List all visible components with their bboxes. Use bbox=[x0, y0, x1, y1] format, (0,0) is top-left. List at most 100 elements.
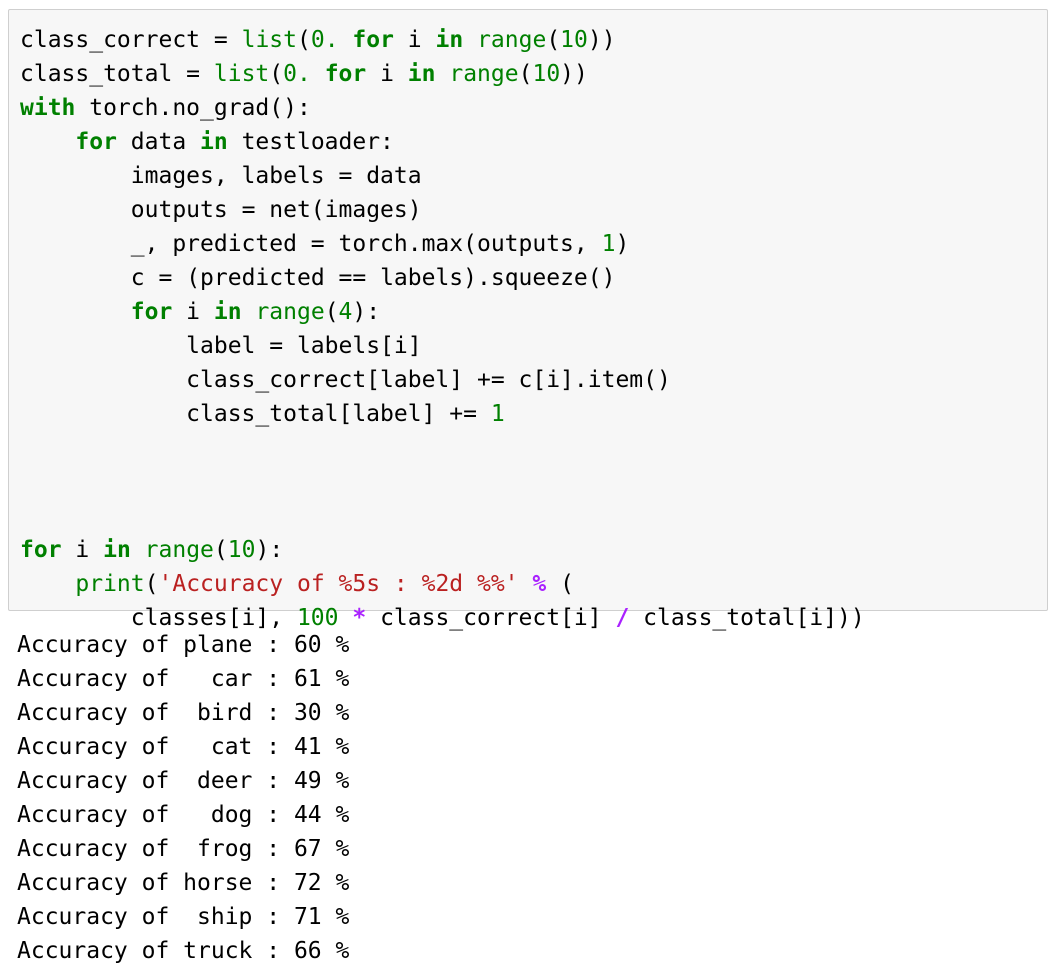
code-line: class_total[label] += 1 bbox=[20, 397, 865, 431]
code-line: _, predicted = torch.max(outputs, 1) bbox=[20, 227, 865, 261]
output-line: Accuracy of bird : 30 % bbox=[17, 700, 350, 726]
code-editor[interactable]: class_correct = list(0. for i in range(1… bbox=[20, 23, 865, 635]
code-token: ( bbox=[269, 61, 284, 87]
code-token: ( bbox=[296, 27, 311, 53]
code-line: print('Accuracy of %5s : %2d %%' % ( bbox=[20, 567, 865, 601]
code-cell-input[interactable]: class_correct = list(0. for i in range(1… bbox=[8, 9, 1048, 631]
code-line: class_correct[label] += c[i].item() bbox=[20, 363, 865, 397]
code-token: with bbox=[20, 95, 76, 121]
code-line: c = (predicted == labels).squeeze() bbox=[20, 261, 865, 295]
code-token: for bbox=[75, 129, 117, 155]
code-line: for data in testloader: bbox=[20, 125, 865, 159]
code-token: in bbox=[103, 537, 131, 563]
code-token: range bbox=[144, 537, 214, 563]
code-line: class_correct = list(0. for i in range(1… bbox=[20, 23, 865, 57]
code-line: label = labels[i] bbox=[20, 329, 865, 363]
code-token: ( bbox=[213, 537, 228, 563]
code-token: torch.no_grad(): bbox=[75, 95, 311, 121]
output-line: Accuracy of car : 61 % bbox=[17, 666, 350, 692]
code-token: == bbox=[338, 265, 367, 291]
code-token: % bbox=[532, 571, 547, 597]
code-token: 10 bbox=[560, 27, 588, 53]
code-token: 1 bbox=[490, 401, 505, 427]
code-token: ( bbox=[518, 61, 533, 87]
notebook: class_correct = list(0. for i in range(1… bbox=[0, 0, 1050, 978]
code-token: testloader: bbox=[227, 129, 394, 155]
code-token: = bbox=[158, 265, 173, 291]
code-line: with torch.no_grad(): bbox=[20, 91, 865, 125]
code-token: 0. bbox=[283, 61, 311, 87]
code-token: i bbox=[393, 27, 436, 53]
code-line: outputs = net(images) bbox=[20, 193, 865, 227]
code-token: data bbox=[116, 129, 201, 155]
code-token: print bbox=[75, 571, 145, 597]
code-cell-output: Accuracy of plane : 60 % Accuracy of car … bbox=[0, 612, 1050, 978]
code-token: net(images) bbox=[255, 197, 422, 223]
code-token: class_total bbox=[20, 61, 187, 87]
code-token: for bbox=[352, 27, 394, 53]
code-token: i bbox=[61, 537, 104, 563]
output-line: Accuracy of deer : 49 % bbox=[17, 768, 350, 794]
code-line: class_total = list(0. for i in range(10)… bbox=[20, 57, 865, 91]
code-token: 4 bbox=[338, 299, 353, 325]
code-token: ( bbox=[546, 27, 561, 53]
code-token: ( bbox=[144, 571, 159, 597]
code-token: = bbox=[186, 61, 201, 87]
code-token: 0. bbox=[310, 27, 339, 53]
code-token: range bbox=[477, 27, 547, 53]
code-token: for bbox=[130, 299, 173, 325]
code-token: += bbox=[449, 401, 477, 427]
code-line: images, labels = data bbox=[20, 159, 865, 193]
code-token: images, labels bbox=[20, 163, 339, 189]
output-line: Accuracy of plane : 60 % bbox=[17, 632, 350, 658]
code-token: for bbox=[20, 537, 62, 563]
code-token: = bbox=[310, 231, 325, 257]
code-token: for bbox=[324, 61, 367, 87]
code-token: 10 bbox=[227, 537, 256, 563]
code-token: outputs bbox=[20, 197, 242, 223]
code-token: (predicted bbox=[172, 265, 339, 291]
code-token: c bbox=[20, 265, 159, 291]
code-token: c[i].item() bbox=[504, 367, 671, 393]
code-token: ( bbox=[324, 299, 339, 325]
code-token: )) bbox=[587, 27, 616, 53]
code-token: )) bbox=[560, 61, 588, 87]
code-token: in bbox=[213, 299, 242, 325]
code-line: for i in range(4): bbox=[20, 295, 865, 329]
code-token: ) bbox=[615, 231, 630, 257]
code-token: range bbox=[255, 299, 325, 325]
code-token: ): bbox=[255, 537, 284, 563]
code-token: 10 bbox=[532, 61, 561, 87]
code-token: i bbox=[172, 299, 214, 325]
code-token: 'Accuracy of %5s : %2d %%' bbox=[158, 571, 519, 597]
code-token: = bbox=[213, 27, 228, 53]
output-line: Accuracy of frog : 67 % bbox=[17, 836, 350, 862]
code-token: ): bbox=[352, 299, 381, 325]
code-token: 1 bbox=[601, 231, 616, 257]
code-token: ( bbox=[546, 571, 574, 597]
code-token: in bbox=[435, 27, 464, 53]
code-token: labels).squeeze() bbox=[366, 265, 616, 291]
code-token: list bbox=[241, 27, 297, 53]
code-token: = bbox=[338, 163, 353, 189]
code-line: for i in range(10): bbox=[20, 533, 865, 567]
output-line: Accuracy of horse : 72 % bbox=[17, 870, 350, 896]
code-token: list bbox=[213, 61, 270, 87]
output-line: Accuracy of truck : 66 % bbox=[17, 938, 350, 964]
output-line: Accuracy of ship : 71 % bbox=[17, 904, 350, 930]
code-token: class_total[label] bbox=[20, 401, 450, 427]
code-token: data bbox=[352, 163, 422, 189]
code-token: = bbox=[269, 333, 284, 359]
